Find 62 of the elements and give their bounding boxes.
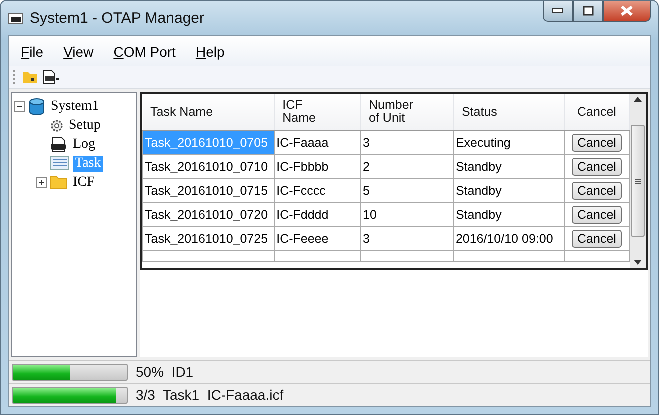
menu-item[interactable]: COM Port — [106, 42, 184, 62]
table-cell: IC-Fbbbb — [274, 154, 361, 178]
table-cell: 10 — [360, 202, 454, 226]
collapse-toggle[interactable] — [14, 101, 25, 112]
cancel-button[interactable]: Cancel — [572, 182, 622, 200]
table-cell: Task_20161010_0710 — [142, 154, 274, 178]
log-icon — [50, 136, 68, 152]
document-icon[interactable] — [42, 70, 60, 84]
menu-item[interactable]: View — [56, 42, 102, 62]
table-cell: 3 — [360, 226, 454, 250]
table-cell: Task_20161010_0705 — [142, 130, 274, 154]
status-text: 3/3 Task1 IC-Faaaa.icf — [136, 387, 284, 403]
expand-toggle[interactable] — [36, 177, 47, 188]
app-icon — [8, 11, 24, 25]
table-cell: IC-Fcccc — [274, 178, 361, 202]
minimize-button[interactable] — [543, 1, 573, 22]
minimize-icon — [552, 8, 564, 14]
cancel-button[interactable]: Cancel — [572, 158, 622, 176]
window-title: System1 - OTAP Manager — [30, 10, 205, 26]
cancel-button[interactable]: Cancel — [572, 230, 622, 248]
column-header: Status — [453, 94, 564, 130]
database-icon — [28, 98, 46, 116]
table-cell: 2016/10/10 09:00 — [453, 226, 564, 250]
maximize-button[interactable] — [573, 1, 603, 22]
menu-item[interactable]: File — [13, 42, 52, 62]
table-cell: Standby — [453, 178, 564, 202]
tree-item[interactable]: System1 — [49, 98, 102, 114]
grip-icon — [635, 178, 641, 184]
table-cell: IC-Fdddd — [274, 202, 361, 226]
table-cell: IC-Faaaa — [274, 130, 361, 154]
table-cell: Task_20161010_0725 — [142, 226, 274, 250]
table-cell: IC-Feeee — [274, 226, 361, 250]
tree-item[interactable]: Setup — [67, 118, 103, 134]
table-cell: Task_20161010_0715 — [142, 178, 274, 202]
table-cell: Executing — [453, 130, 564, 154]
close-button[interactable] — [603, 1, 651, 22]
table-cell: 3 — [360, 130, 454, 154]
table-cell: Standby — [453, 154, 564, 178]
gear-icon — [50, 118, 64, 132]
cancel-button[interactable]: Cancel — [572, 134, 622, 152]
column-header: Number of Unit — [360, 94, 454, 130]
folder-icon — [50, 175, 68, 190]
cancel-button[interactable]: Cancel — [572, 206, 622, 224]
close-icon — [620, 5, 634, 17]
folder-icon[interactable] — [22, 70, 38, 84]
status-text: 50% ID1 — [136, 364, 194, 380]
column-header: Task Name — [142, 94, 274, 130]
menu-item[interactable]: Help — [188, 42, 233, 62]
scroll-thumb[interactable] — [631, 125, 645, 237]
table-cell: Task_20161010_0720 — [142, 202, 274, 226]
tree-item[interactable]: ICF — [71, 174, 97, 190]
scroll-up-arrow[interactable] — [634, 97, 642, 102]
list-icon — [50, 156, 70, 171]
column-header: Cancel — [564, 94, 630, 130]
maximize-icon — [582, 6, 594, 16]
vertical-scrollbar[interactable] — [630, 94, 646, 268]
column-header: ICF Name — [274, 94, 361, 130]
tree-item[interactable]: Log — [71, 136, 98, 152]
table-cell: 2 — [360, 154, 454, 178]
table-cell: 5 — [360, 178, 454, 202]
scroll-down-arrow[interactable] — [634, 260, 642, 265]
table-cell: Standby — [453, 202, 564, 226]
